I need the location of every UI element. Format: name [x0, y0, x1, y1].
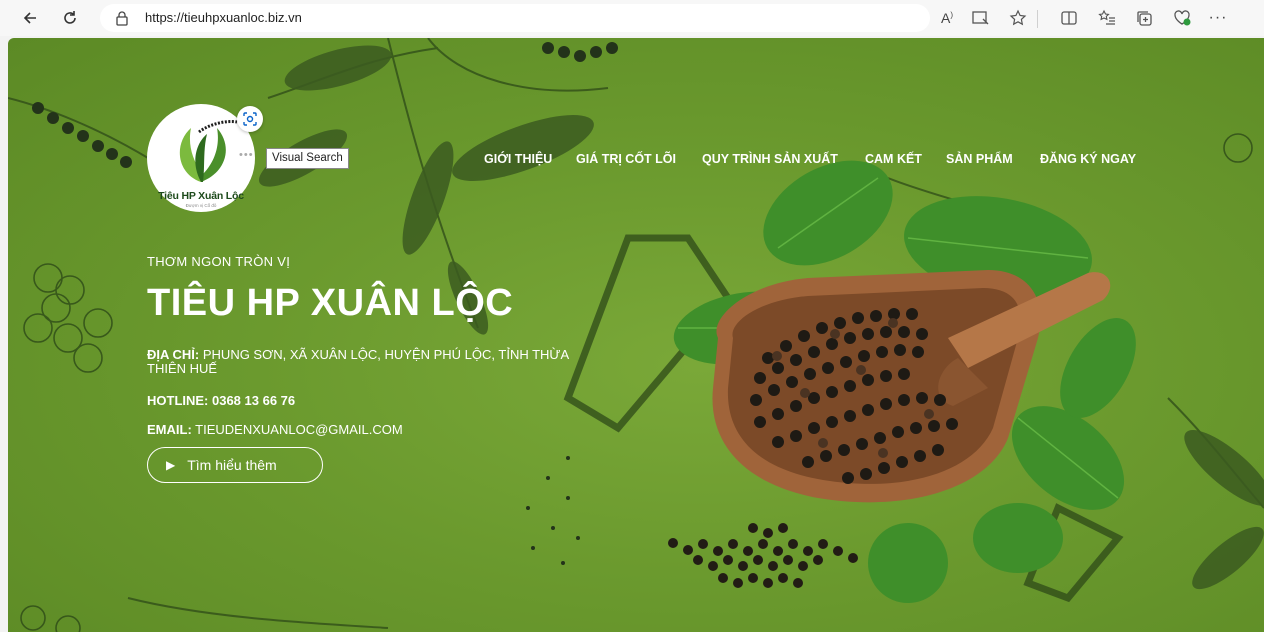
collections-icon[interactable]: [1132, 6, 1156, 30]
refresh-icon[interactable]: [58, 6, 82, 30]
browser-toolbar: https://tieuhpxuanloc.biz.vn A) ···: [0, 0, 1264, 36]
email-value: TIEUDENXUANLOC@GMAIL.COM: [195, 422, 403, 437]
address-label: ĐỊA CHỈ:: [147, 347, 200, 362]
contact-email: EMAIL: TIEUDENXUANLOC@GMAIL.COM: [147, 423, 403, 437]
learn-more-label: Tìm hiểu thêm: [187, 457, 277, 473]
contact-address: ĐỊA CHỈ: PHUNG SƠN, XÃ XUÂN LỘC, HUYỆN P…: [147, 348, 607, 376]
hero-section: Tiêu HP Xuân Lộc Đượm vị Cố đô ••• Visua…: [8, 38, 1264, 632]
email-label: EMAIL:: [147, 422, 192, 437]
favorite-icon[interactable]: [1006, 6, 1030, 30]
logo-subtitle: Đượm vị Cố đô: [185, 203, 217, 208]
lock-icon[interactable]: [115, 10, 129, 31]
visual-search-tooltip: Visual Search: [266, 148, 349, 169]
visual-search-button[interactable]: [237, 106, 263, 132]
split-screen-icon[interactable]: [1057, 6, 1081, 30]
more-icon[interactable]: ···: [1206, 6, 1230, 30]
nav-item-san-pham[interactable]: SẢN PHẨM: [946, 152, 1013, 166]
logo-name: Tiêu HP Xuân Lộc: [158, 190, 244, 202]
favorites-list-icon[interactable]: [1095, 6, 1119, 30]
play-icon: ▶: [166, 458, 176, 472]
nav-item-quy-trinh-san-xuat[interactable]: QUY TRÌNH SẢN XUẤT: [702, 152, 838, 166]
hero-tagline: THƠM NGON TRÒN VỊ: [147, 254, 291, 269]
browser-essentials-icon[interactable]: [1170, 6, 1194, 30]
nav-item-gia-tri-cot-loi[interactable]: GIÁ TRỊ CỐT LÕI: [576, 152, 676, 166]
contact-hotline: HOTLINE: 0368 13 66 76: [147, 393, 296, 408]
back-icon[interactable]: [18, 6, 42, 30]
visual-search-icon: [243, 112, 257, 126]
address-bar[interactable]: https://tieuhpxuanloc.biz.vn: [100, 4, 930, 32]
immersive-reader-icon[interactable]: [969, 6, 993, 30]
read-aloud-icon[interactable]: A): [935, 6, 959, 30]
hero-title: TIÊU HP XUÂN LỘC: [147, 282, 514, 324]
url-text: https://tieuhpxuanloc.biz.vn: [145, 10, 302, 25]
nav-item-cam-ket[interactable]: CAM KẾT: [865, 152, 922, 166]
visual-search-dots: •••: [239, 149, 254, 161]
toolbar-separator: [1037, 10, 1038, 28]
address-value: PHUNG SƠN, XÃ XUÂN LỘC, HUYỆN PHÚ LỘC, T…: [147, 347, 569, 376]
nav-item-dang-ky-ngay[interactable]: ĐĂNG KÝ NGAY: [1040, 152, 1136, 166]
learn-more-button[interactable]: ▶ Tìm hiểu thêm: [147, 447, 323, 483]
nav-item-gioi-thieu[interactable]: GIỚI THIỆU: [484, 152, 552, 166]
